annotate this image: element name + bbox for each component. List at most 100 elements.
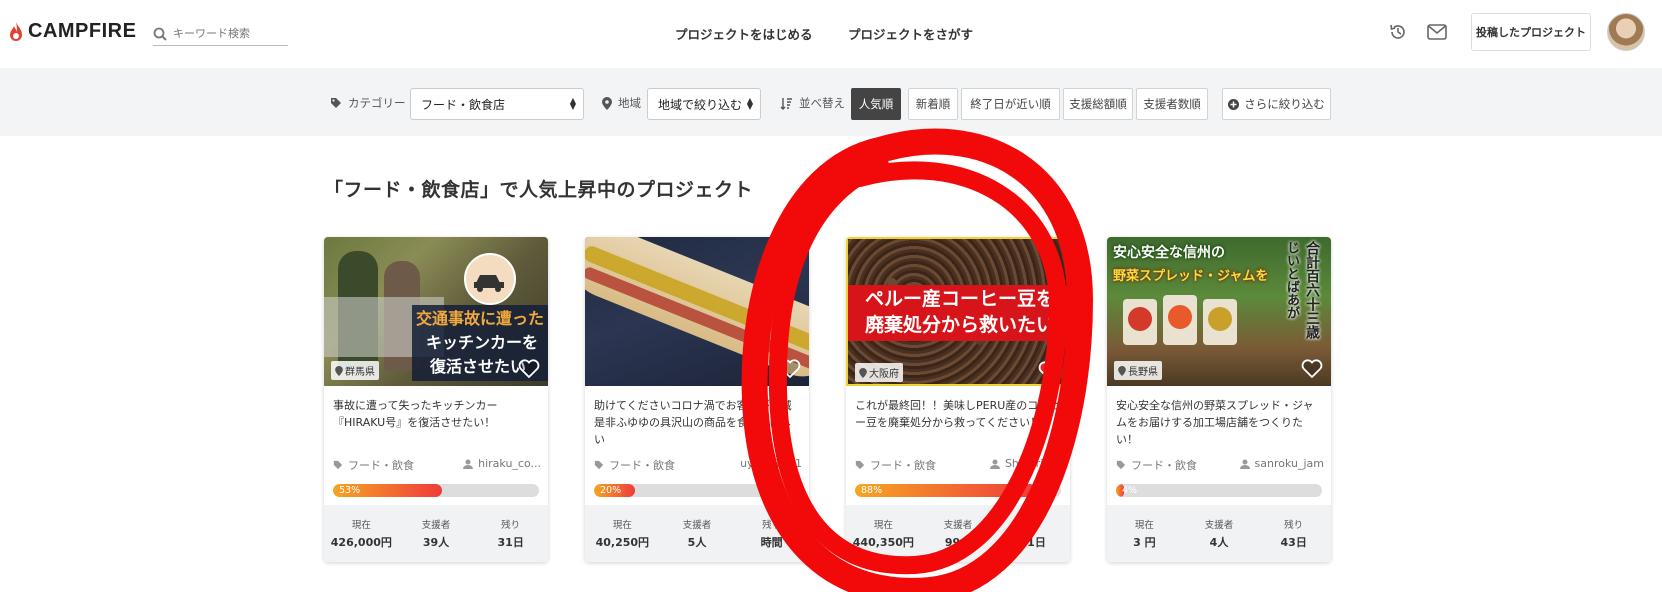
stat-remaining: 43日	[1280, 536, 1307, 549]
progress-fill	[855, 484, 1037, 497]
owner-name: sanroku_jam	[1254, 457, 1324, 470]
project-title[interactable]: 事故に遭って失ったキッチンカー『HIRAKU号』を復活させたい！	[333, 397, 541, 431]
owner-name: hiraku_co...	[478, 457, 541, 470]
stat-current-amount: 3 円	[1133, 536, 1156, 549]
tag-icon	[331, 98, 341, 108]
project-title[interactable]: これが最終回！！美味しPERU産のコーヒー豆を廃棄処分から救ってください！	[855, 397, 1063, 431]
stat-label-current: 現在	[612, 520, 632, 531]
stat-remaining: 31日	[1019, 536, 1046, 549]
project-stats: 現在 3 円 支援者 4人 残り 43日	[1107, 505, 1331, 562]
prefecture-badge: 大阪府	[855, 363, 903, 382]
project-owner[interactable]: sanroku_jam	[1239, 457, 1324, 470]
project-category[interactable]: フード・飲食	[855, 457, 936, 473]
stat-label-backers: 支援者	[421, 520, 451, 531]
progress-percent: 53%	[339, 485, 361, 496]
progress-bar: 88%	[855, 484, 1061, 497]
stat-label-backers: 支援者	[943, 520, 973, 531]
sort-popular-button[interactable]: 人気順	[851, 88, 901, 120]
heart-icon[interactable]	[779, 359, 801, 379]
nav-find-project[interactable]: プロジェクトをさがす	[848, 24, 973, 43]
category-filter-label: カテゴリー	[330, 95, 406, 111]
jam-jar	[1123, 299, 1157, 345]
progress-percent: 4%	[1122, 485, 1138, 496]
stat-backers: 39人	[422, 536, 450, 549]
project-owner[interactable]: hiraku_co...	[463, 457, 541, 470]
progress-bar: 20%	[594, 484, 800, 497]
heart-icon[interactable]	[1038, 361, 1060, 381]
project-owner[interactable]: uyuyu1111	[740, 457, 802, 470]
project-title[interactable]: 安心安全な信州の野菜スプレッド・ジャムをお届けする加工場店舗をつくりたい！	[1116, 397, 1324, 448]
tag-icon	[855, 460, 865, 470]
tag-icon	[594, 460, 604, 470]
more-filters-label: さらに絞り込む	[1244, 97, 1325, 111]
project-stats: 現在 40,250円 支援者 5人 残り 時間	[585, 505, 809, 562]
stat-current-amount: 40,250円	[595, 536, 650, 549]
project-title[interactable]: 助けてくださいコロナ渦でお客様が激減是非ふゆゆの具沢山の商品を食べてほしい	[594, 397, 802, 448]
section-title: 「フード・飲食店」で人気上昇中のプロジェクト	[324, 179, 754, 201]
thumbnail-caption: 交通事故に遭った	[416, 309, 545, 328]
category-name: フード・飲食	[609, 459, 675, 472]
category-name: フード・飲食	[870, 459, 936, 472]
prefecture-badge: 群馬県	[331, 361, 379, 380]
thumbnail-caption: 復活させたい	[430, 357, 527, 376]
thumbnail-caption: 野菜スプレッド・ジャムを	[1113, 269, 1269, 284]
progress-bar: 53%	[333, 484, 539, 497]
user-icon	[989, 459, 1000, 469]
stat-label-backers: 支援者	[1204, 520, 1234, 531]
history-icon[interactable]	[1388, 22, 1408, 42]
posted-projects-button[interactable]: 投稿したプロジェクト	[1471, 13, 1591, 51]
select-arrows-icon: ▲ ▼	[569, 96, 576, 111]
mail-icon[interactable]	[1427, 24, 1447, 40]
tag-icon	[1116, 460, 1126, 470]
sort-icon	[780, 97, 792, 110]
map-pin-icon	[859, 367, 867, 378]
prefecture-name: 長野県	[1128, 367, 1158, 378]
brand-name: CAMPFIRE	[28, 20, 137, 42]
stat-current-amount: 440,350円	[852, 536, 914, 549]
map-pin-icon	[602, 96, 612, 110]
car-accident-icon	[464, 253, 516, 305]
region-select[interactable]: 地域で絞り込む ▲ ▼	[647, 88, 761, 120]
project-thumbnail[interactable]: 交通事故に遭った キッチンカーを 復活させたい 群馬県	[324, 237, 548, 386]
sort-newest-button[interactable]: 新着順	[908, 88, 958, 120]
region-label-text: 地域	[618, 96, 641, 110]
nav-start-project[interactable]: プロジェクトをはじめる	[675, 24, 813, 43]
category-select[interactable]: フード・飲食店 ▲ ▼	[410, 88, 584, 120]
category-select-value: フード・飲食店	[421, 97, 506, 112]
flame-icon	[10, 21, 22, 41]
stat-label-remaining: 残り	[762, 520, 782, 531]
heart-icon[interactable]	[518, 359, 540, 379]
project-card[interactable]: 交通事故に遭った キッチンカーを 復活させたい 群馬県 事故に遭って失ったキッチ…	[324, 237, 548, 562]
project-owner[interactable]: Shinorinco	[989, 457, 1063, 470]
tag-icon	[333, 460, 343, 470]
project-category[interactable]: フード・飲食	[333, 457, 414, 473]
thumbnail-caption: ペルー産コーヒー豆を	[864, 288, 1055, 310]
campfire-logo[interactable]: CAMPFIRE	[8, 20, 136, 43]
project-thumbnail[interactable]: ペルー産コーヒー豆を 廃棄処分から救いたい 大阪府	[846, 237, 1070, 386]
project-category[interactable]: フード・飲食	[1116, 457, 1197, 473]
sort-total-amount-button[interactable]: 支援総額順	[1063, 88, 1133, 120]
jam-jar	[1163, 295, 1197, 345]
prefecture-name: 群馬県	[345, 367, 375, 378]
search-box[interactable]	[153, 22, 288, 46]
region-select-value: 地域で絞り込む	[658, 97, 743, 112]
project-card[interactable]: 助けてくださいコロナ渦でお客様が激減是非ふゆゆの具沢山の商品を食べてほしい フー…	[585, 237, 809, 562]
stat-label-current: 現在	[873, 520, 893, 531]
map-pin-icon	[1118, 365, 1126, 376]
sort-label-text: 並べ替え	[799, 96, 845, 110]
project-thumbnail[interactable]: 安心安全な信州の 野菜スプレッド・ジャムを 合計百六十三歳 じいとばあが 長野県	[1107, 237, 1331, 386]
project-card[interactable]: ペルー産コーヒー豆を 廃棄処分から救いたい 大阪府 これが最終回！！美味しPER…	[846, 237, 1070, 562]
sort-label: 並べ替え	[780, 95, 845, 111]
thumbnail-caption: じいとばあが	[1284, 241, 1299, 319]
prefecture-name: 大阪府	[869, 369, 899, 380]
sort-backers-button[interactable]: 支援者数順	[1136, 88, 1208, 120]
project-thumbnail[interactable]	[585, 237, 809, 386]
more-filters-button[interactable]: さらに絞り込む	[1222, 88, 1331, 120]
sort-ending-soon-button[interactable]: 終了日が近い順	[961, 88, 1060, 120]
stat-label-backers: 支援者	[682, 520, 712, 531]
project-category[interactable]: フード・飲食	[594, 457, 675, 473]
heart-icon[interactable]	[1301, 359, 1323, 379]
project-card[interactable]: 安心安全な信州の 野菜スプレッド・ジャムを 合計百六十三歳 じいとばあが 長野県…	[1107, 237, 1331, 562]
search-input[interactable]	[173, 27, 283, 40]
avatar[interactable]	[1607, 13, 1645, 51]
